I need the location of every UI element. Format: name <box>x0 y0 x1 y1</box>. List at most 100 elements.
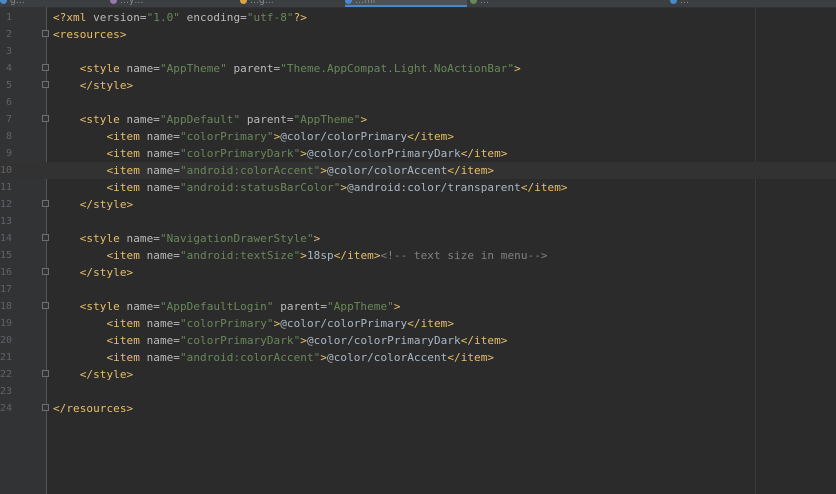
code-token: @color/colorPrimary <box>280 317 408 330</box>
code-line[interactable]: 18 <style name="AppDefaultLogin" parent=… <box>0 298 836 315</box>
fold-marker-icon[interactable] <box>42 115 49 122</box>
code-token: name= <box>146 317 180 330</box>
fold-marker-icon[interactable] <box>42 200 49 207</box>
code-text: <style name="AppDefault" parent="AppThem… <box>53 111 367 128</box>
code-token: name= <box>146 249 180 262</box>
code-text: </style> <box>53 366 133 383</box>
fold-marker-icon[interactable] <box>42 302 49 309</box>
code-token: name= <box>126 300 160 313</box>
line-number: 4 <box>5 63 12 74</box>
editor-tab[interactable]: …g… <box>240 0 335 7</box>
code-line[interactable]: 23 <box>0 383 836 400</box>
code-token: > <box>393 300 401 313</box>
code-editor[interactable]: 1 <?xml version="1.0" encoding="utf-8"?> 2… <box>0 7 836 494</box>
code-token: </item> <box>447 351 495 364</box>
code-token: name= <box>146 351 180 364</box>
fold-marker-icon[interactable] <box>42 81 49 88</box>
code-token: "colorPrimary" <box>180 130 274 143</box>
editor-tab[interactable]: g… <box>0 0 100 7</box>
code-token: @color/colorPrimaryDark <box>306 334 461 347</box>
fold-marker-icon[interactable] <box>42 268 49 275</box>
editor-tab[interactable]: … <box>670 0 836 7</box>
code-text: <item name="colorPrimary">@color/colorPr… <box>53 128 454 145</box>
editor-tab[interactable]: …y… <box>110 0 230 7</box>
code-token: parent= <box>226 62 281 75</box>
code-line[interactable]: 8 <item name="colorPrimary">@color/color… <box>0 128 836 145</box>
line-number: 15 <box>0 250 13 261</box>
code-token: name= <box>146 181 180 194</box>
code-line[interactable]: 12 </style> <box>0 196 836 213</box>
code-token: "android:statusBarColor" <box>180 181 341 194</box>
code-token: "NavigationDrawerStyle" <box>159 232 314 245</box>
code-line[interactable]: 14 <style name="NavigationDrawerStyle"> <box>0 230 836 247</box>
code-token: name= <box>126 62 160 75</box>
code-line[interactable]: 21 <item name="android:colorAccent">@col… <box>0 349 836 366</box>
code-line[interactable]: 16 </style> <box>0 264 836 281</box>
code-token: <style <box>79 113 127 126</box>
editor-tab[interactable]: … <box>470 0 660 7</box>
code-token: <style <box>79 62 127 75</box>
code-line[interactable]: 11 <item name="android:statusBarColor">@… <box>0 179 836 196</box>
code-line[interactable]: 13 <box>0 213 836 230</box>
code-token: </resources> <box>53 402 134 415</box>
fold-marker-icon[interactable] <box>42 64 49 71</box>
code-token: </item> <box>407 130 454 143</box>
code-text: </resources> <box>53 400 133 417</box>
code-line[interactable]: 5 </style> <box>0 77 836 94</box>
fold-marker-icon[interactable] <box>42 370 49 377</box>
fold-marker-icon[interactable] <box>42 30 49 37</box>
code-line[interactable]: 22 </style> <box>0 366 836 383</box>
code-token: encoding= <box>180 11 247 24</box>
code-token: </item> <box>520 181 568 194</box>
code-line[interactable]: 24 </resources> <box>0 400 836 417</box>
tab-label: …y… <box>120 0 144 6</box>
code-token: </style> <box>79 79 134 92</box>
code-line[interactable]: 10 <item name="android:colorAccent">@col… <box>0 162 836 179</box>
line-number: 1 <box>5 12 12 23</box>
code-line[interactable]: 17 <box>0 281 836 298</box>
code-token: "Theme.AppCompat.Light.NoActionBar" <box>280 62 515 75</box>
code-line[interactable]: 2 <resources> <box>0 26 836 43</box>
code-line[interactable]: 4 <style name="AppTheme" parent="Theme.A… <box>0 60 836 77</box>
code-line[interactable]: 15 <item name="android:textSize">18sp</i… <box>0 247 836 264</box>
line-number: 22 <box>0 369 13 380</box>
code-text: <item name="android:statusBarColor">@and… <box>53 179 568 196</box>
code-token: name= <box>146 334 180 347</box>
code-line[interactable]: 3 <box>0 43 836 60</box>
editor-tab[interactable]: …ml <box>345 0 467 7</box>
code-token: > <box>300 334 307 347</box>
code-line[interactable]: 6 <box>0 94 836 111</box>
code-token: @android:color/transparent <box>347 181 521 194</box>
line-number: 2 <box>5 29 12 40</box>
tab-label: … <box>480 0 489 6</box>
line-number: 7 <box>5 114 12 125</box>
fold-marker-icon[interactable] <box>42 404 49 411</box>
code-line[interactable]: 1 <?xml version="1.0" encoding="utf-8"?> <box>0 9 836 26</box>
code-token: name= <box>126 232 160 245</box>
code-text: <item name="android:colorAccent">@color/… <box>53 349 494 366</box>
code-token: parent= <box>240 113 294 126</box>
tab-label: …ml <box>355 0 376 6</box>
line-number: 14 <box>0 233 13 244</box>
code-token: name= <box>126 113 160 126</box>
fold-marker-icon[interactable] <box>42 234 49 241</box>
code-line[interactable]: 7 <style name="AppDefault" parent="AppTh… <box>0 111 836 128</box>
code-line[interactable]: 9 <item name="colorPrimaryDark">@color/c… <box>0 145 836 162</box>
file-type-icon <box>110 0 117 4</box>
code-token: @color/colorPrimaryDark <box>306 147 461 160</box>
code-line[interactable]: 19 <item name="colorPrimary">@color/colo… <box>0 315 836 332</box>
code-token: "AppTheme" <box>159 62 227 75</box>
file-type-icon <box>345 0 352 4</box>
code-token: "AppDefaultLogin" <box>159 300 274 313</box>
code-token: "utf-8" <box>246 11 294 24</box>
code-token: "android:textSize" <box>180 249 301 262</box>
code-line[interactable]: 20 <item name="colorPrimaryDark">@color/… <box>0 332 836 349</box>
